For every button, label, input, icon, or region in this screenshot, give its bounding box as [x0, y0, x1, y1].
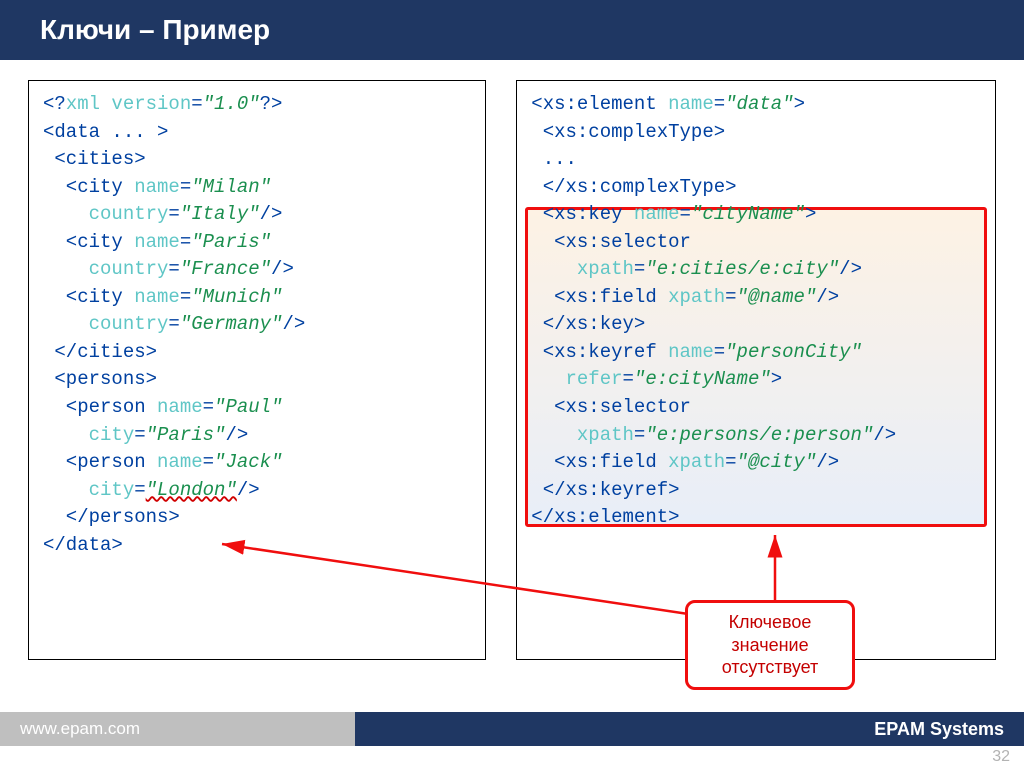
page-number: 32 — [992, 748, 1010, 766]
right-code-box: <xs:element name="data"> <xs:complexType… — [516, 80, 996, 660]
callout-text: Ключевое значение отсутствует — [722, 612, 819, 677]
left-code-box: <?xml version="1.0"?> <data ... > <citie… — [28, 80, 486, 660]
title-text: Ключи – Пример — [40, 14, 270, 46]
footer-bar: www.epam.com EPAM Systems — [0, 712, 1024, 746]
slide-title: Ключи – Пример — [0, 0, 1024, 60]
right-code: <xs:element name="data"> <xs:complexType… — [531, 91, 981, 532]
callout-box: Ключевое значение отсутствует — [685, 600, 855, 690]
content-area: <?xml version="1.0"?> <data ... > <citie… — [0, 60, 1024, 660]
footer-url: www.epam.com — [0, 712, 355, 746]
left-code: <?xml version="1.0"?> <data ... > <citie… — [43, 91, 471, 559]
footer-brand: EPAM Systems — [355, 712, 1024, 746]
